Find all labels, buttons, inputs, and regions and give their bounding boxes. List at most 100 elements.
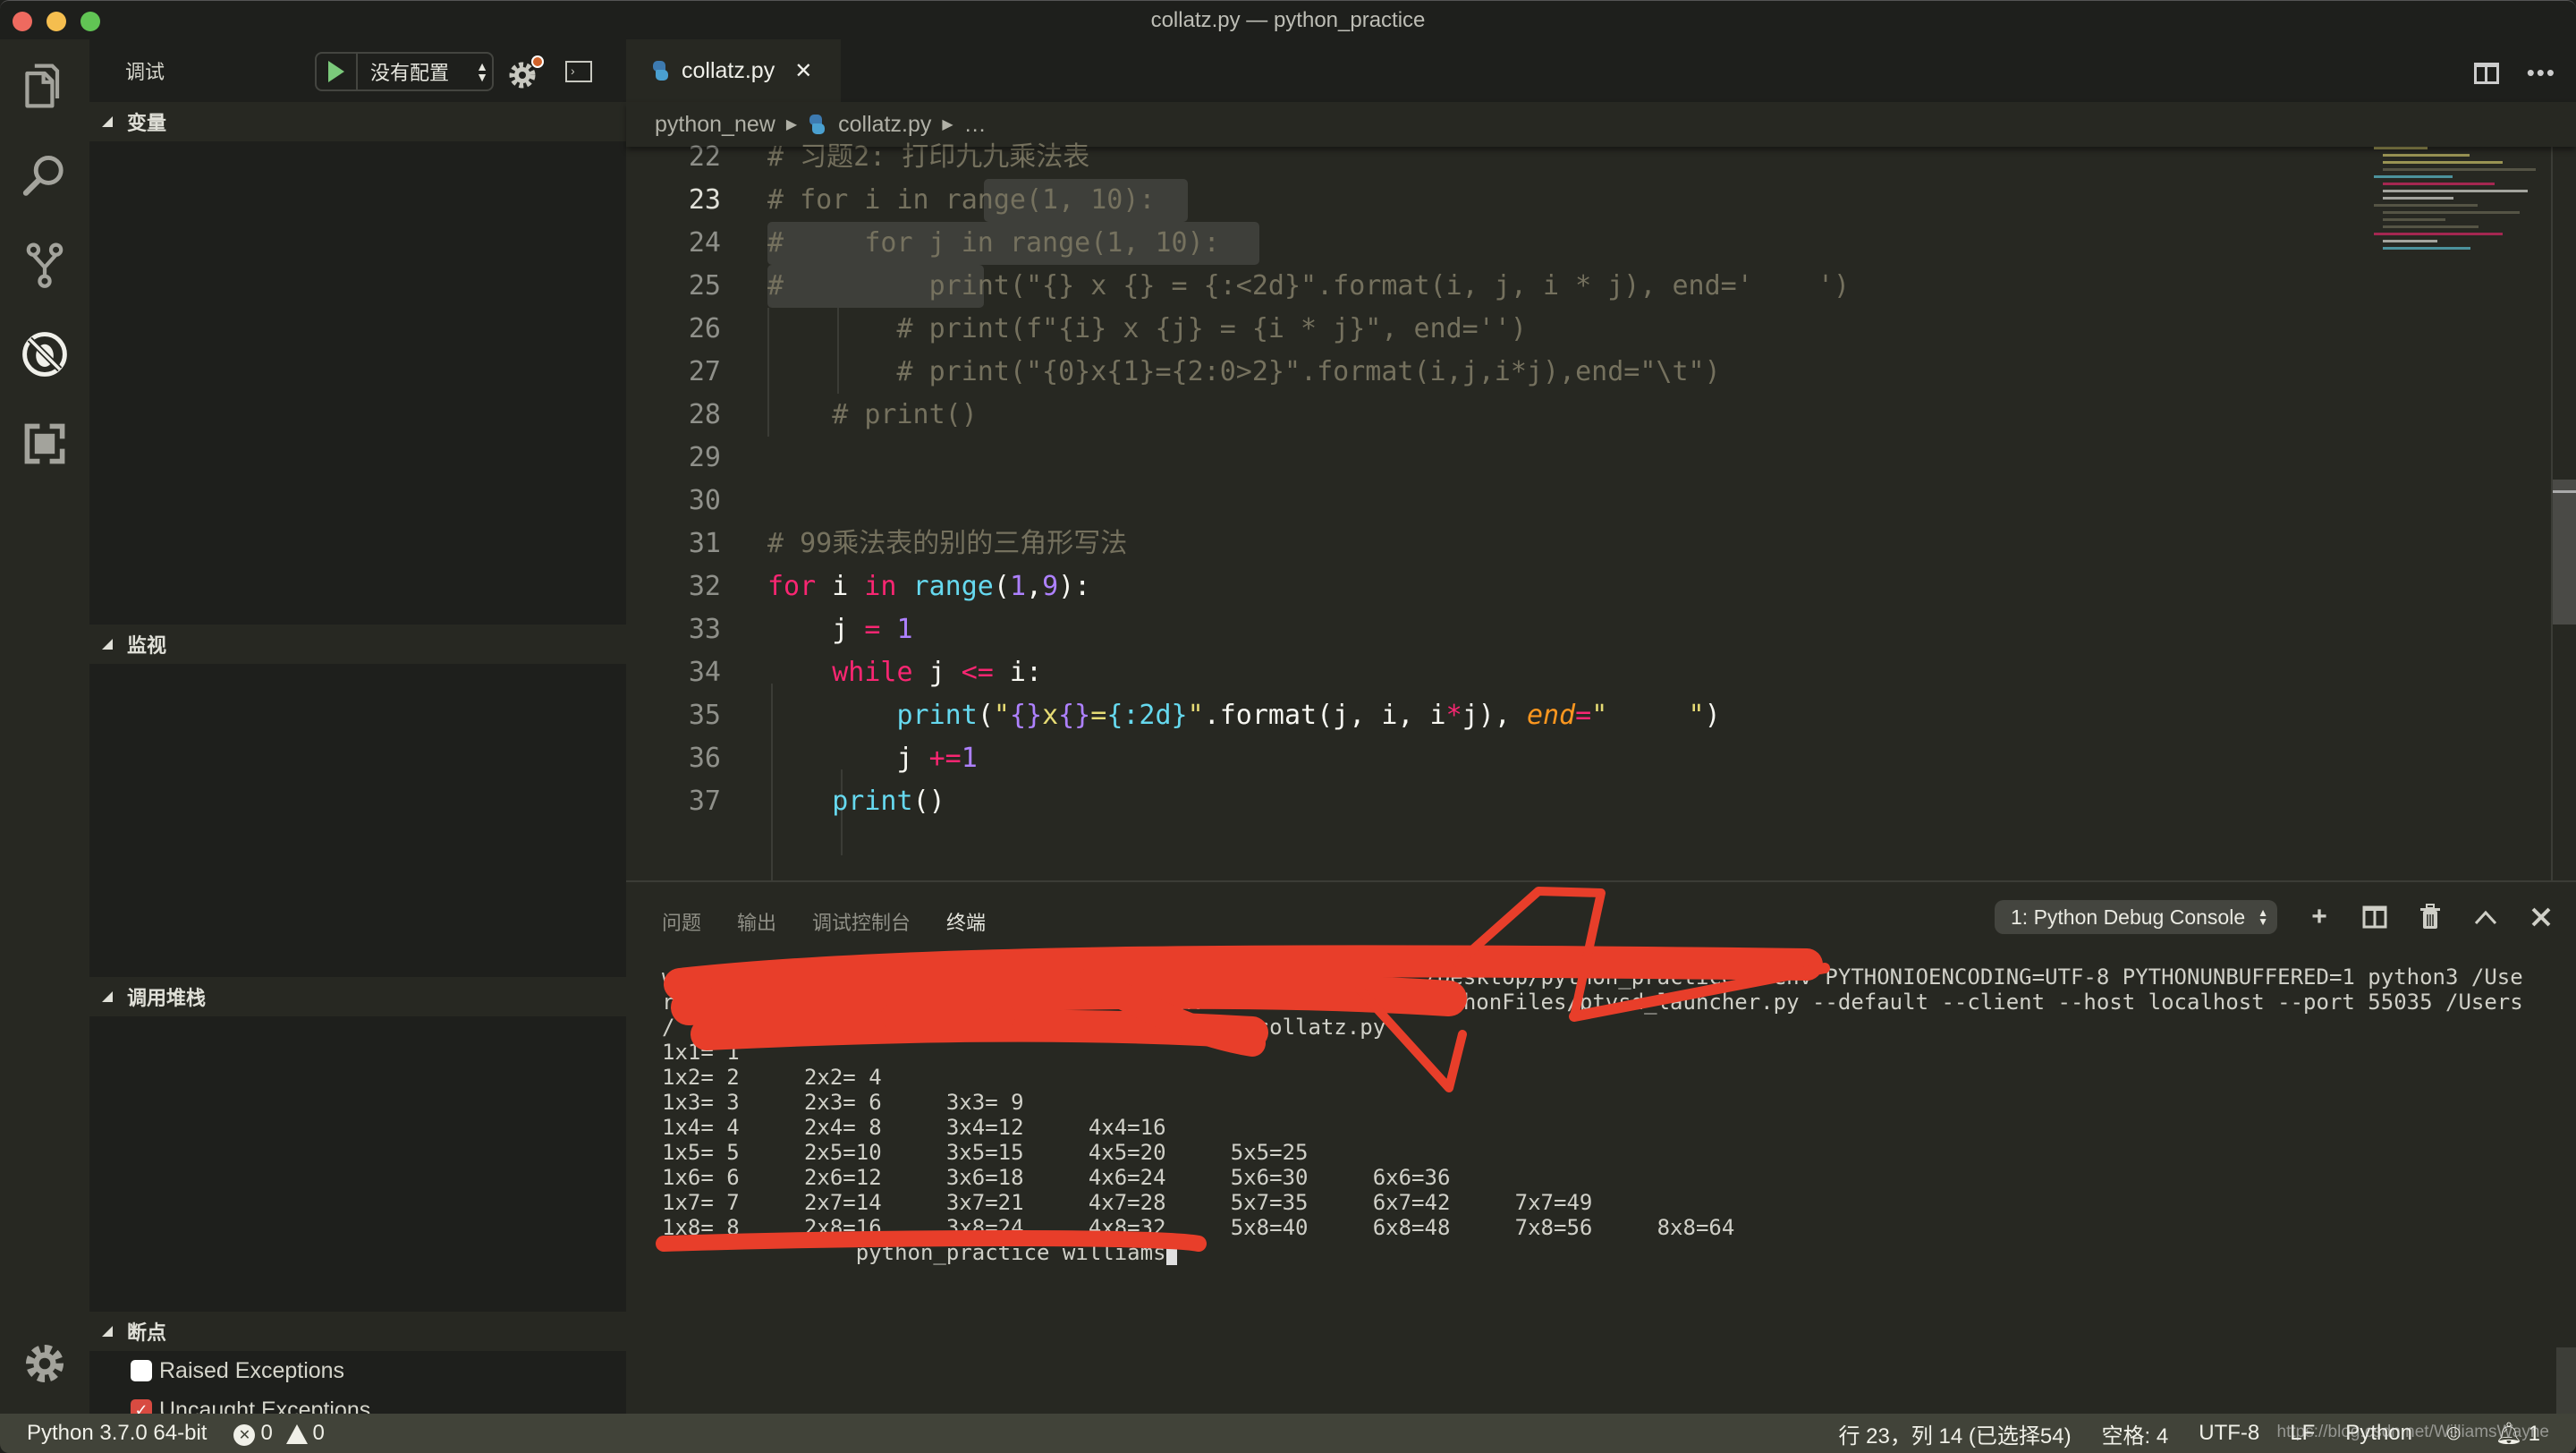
code-line[interactable]: 31 # 99乘法表的别的三角形写法	[626, 523, 2415, 565]
warning-icon	[285, 1423, 308, 1444]
error-icon: ✕	[233, 1424, 256, 1446]
section-variables-header[interactable]: 变量	[89, 102, 626, 141]
code-line[interactable]: 32 for i in range(1,9):	[626, 565, 2415, 608]
debug-config-select[interactable]: 没有配置 ▲ ▼	[315, 52, 494, 91]
code-token: +=	[928, 743, 962, 774]
split-editor-icon[interactable]	[2474, 63, 2499, 84]
debug-console-button[interactable]: ›	[565, 61, 592, 82]
line-source: # print("{0}x{1}={2:0>2}".format(i,j,i*j…	[767, 351, 1720, 394]
debug-icon[interactable]	[18, 327, 72, 381]
code-token: ):	[1058, 571, 1091, 602]
code-token: =	[1575, 700, 1592, 731]
minimap[interactable]	[2374, 147, 2544, 308]
minimap-line	[2383, 240, 2437, 242]
section-breakpoints-header[interactable]: 断点	[89, 1312, 626, 1351]
line-source: # print()	[767, 394, 978, 437]
problems-indicator[interactable]: ✕ 0 0	[233, 1421, 325, 1446]
line-source: for i in range(1,9):	[767, 565, 1090, 608]
code-token: i	[816, 571, 865, 602]
code-line[interactable]: 37 print()	[626, 780, 2415, 823]
tab-collatz[interactable]: collatz.py ✕	[626, 39, 841, 102]
code-line[interactable]: 28 # print()	[626, 394, 2415, 437]
python-file-icon	[808, 115, 826, 134]
watch-panel	[89, 664, 626, 977]
line-number: 31	[688, 528, 721, 559]
line-number: 23	[688, 184, 721, 216]
sidebar-title: 调试	[125, 61, 165, 83]
code-token: (	[977, 700, 994, 731]
panel-scrollbar[interactable]	[2556, 1347, 2576, 1415]
line-source: print("{}x{}={:2d}".format(j, i, i*j), e…	[767, 694, 1721, 737]
code-line[interactable]: 27 # print("{0}x{1}={2:0>2}".format(i,j,…	[626, 351, 2415, 394]
line-source: while j <= i:	[767, 651, 1042, 694]
code-token: j	[912, 657, 962, 688]
minimap-line	[2383, 197, 2453, 200]
checkbox-unchecked[interactable]	[131, 1360, 152, 1381]
breadcrumb: python_new ▶ collatz.py ▶ …	[626, 102, 2576, 147]
code-token: # print("{} x {} = {:<2d}".format(i, j, …	[767, 270, 1851, 302]
open-launch-json-button[interactable]	[506, 55, 544, 91]
debug-sidebar: 调试 没有配置 ▲ ▼ › 变量 监视 调用堆栈 断点 Raised Except…	[89, 39, 626, 1440]
encoding[interactable]: UTF-8	[2199, 1421, 2259, 1446]
minimap-line	[2383, 154, 2470, 157]
variables-panel	[89, 141, 626, 625]
python-interpreter[interactable]: Python 3.7.0 64-bit	[27, 1421, 207, 1446]
line-source: print()	[767, 780, 945, 823]
search-icon[interactable]	[18, 149, 72, 202]
code-line[interactable]: 29	[626, 437, 2415, 480]
editor-area: collatz.py ✕ ••• python_new ▶ collatz.py…	[626, 39, 2576, 984]
breadcrumb-symbols[interactable]: …	[964, 112, 987, 138]
breadcrumb-folder[interactable]: python_new	[655, 112, 775, 138]
code-token: in	[864, 571, 897, 602]
scrollbar-thumb[interactable]	[2553, 480, 2576, 625]
line-number: 33	[688, 614, 721, 645]
code-token: (	[993, 571, 1010, 602]
sidebar-header: 调试 没有配置 ▲ ▼ ›	[89, 39, 626, 102]
minimap-line	[2383, 218, 2445, 221]
minimap-line	[2383, 225, 2479, 228]
line-source: # for i in range(1, 10):	[767, 179, 1155, 222]
code-token: 1	[961, 743, 978, 774]
minimap-line	[2383, 190, 2528, 192]
code-token: j	[767, 743, 929, 774]
scrollbar-cursor-marker	[2553, 490, 2576, 493]
code-line[interactable]: 35 print("{}x{}={:2d}".format(j, i, i*j)…	[626, 694, 2415, 737]
code-editor[interactable]: 22 # 习题2: 打印九九乘法表 23 # for i in range(1, 10…	[626, 141, 2576, 984]
code-token: # for i in range(1, 10):	[767, 184, 1156, 216]
code-line[interactable]: 26 # print(f"{i} x {j} = {i * j}", end='…	[626, 308, 2415, 351]
start-debugging-button[interactable]	[317, 54, 358, 89]
editor-scrollbar[interactable]	[2551, 147, 2576, 880]
section-title: 变量	[127, 112, 167, 134]
indentation[interactable]: 空格: 4	[2102, 1418, 2169, 1449]
close-icon[interactable]: ✕	[794, 58, 812, 84]
config-label: 没有配置	[370, 62, 450, 84]
code-line[interactable]: 33 j = 1	[626, 608, 2415, 651]
cursor-position[interactable]: 行 23，列 14 (已选择54)	[1838, 1418, 2071, 1449]
code-line[interactable]: 23 # for i in range(1, 10):	[626, 179, 2415, 222]
section-watch-header[interactable]: 监视	[89, 625, 626, 664]
more-actions-icon[interactable]: •••	[2527, 59, 2556, 87]
code-line[interactable]: 34 while j <= i:	[626, 651, 2415, 694]
line-number: 29	[688, 442, 721, 473]
extensions-icon[interactable]	[18, 417, 72, 471]
code-token: range	[912, 571, 994, 602]
code-token: {}	[1009, 700, 1043, 731]
code-token: {}	[1058, 700, 1091, 731]
files-icon[interactable]	[18, 59, 72, 113]
code-line[interactable]: 24 # for j in range(1, 10):	[626, 222, 2415, 265]
breadcrumb-file[interactable]: collatz.py	[838, 112, 931, 138]
warning-count: 0	[312, 1421, 325, 1445]
code-line[interactable]: 36 j +=1	[626, 737, 2415, 780]
git-branch-icon[interactable]	[18, 238, 72, 292]
code-token: .format(j, i, i	[1203, 700, 1446, 731]
gear-icon[interactable]	[18, 1337, 72, 1390]
section-title: 调用堆栈	[127, 987, 207, 1009]
line-number: 27	[688, 356, 721, 387]
breakpoint-raised-exceptions[interactable]: Raised Exceptions	[89, 1351, 626, 1390]
code-line[interactable]: 30	[626, 480, 2415, 523]
minimap-line	[2374, 233, 2503, 235]
code-line[interactable]: 25 # print("{} x {} = {:<2d}".format(i, j…	[626, 265, 2415, 308]
activity-bar	[0, 39, 89, 1414]
section-callstack-header[interactable]: 调用堆栈	[89, 977, 626, 1016]
editor-tab-bar: collatz.py ✕ •••	[626, 39, 2576, 102]
